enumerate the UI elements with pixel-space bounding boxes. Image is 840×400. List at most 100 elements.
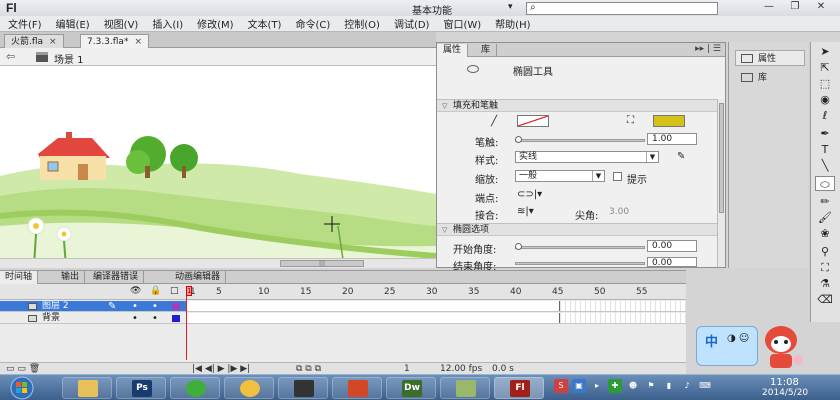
- minimize-button[interactable]: —: [758, 1, 780, 13]
- tray-app-icon[interactable]: ▣: [572, 379, 586, 393]
- tab-compiler-errors[interactable]: 编译器错误: [88, 271, 145, 284]
- line-tool-icon[interactable]: ╲: [815, 158, 835, 173]
- taskbar-browser[interactable]: [170, 377, 220, 399]
- menu-modify[interactable]: 修改(M): [197, 16, 233, 31]
- visibility-dot[interactable]: •: [132, 301, 138, 312]
- pencil-tool-icon[interactable]: ✏: [815, 194, 835, 209]
- taskbar-qq[interactable]: [224, 377, 274, 399]
- outline-icon[interactable]: □: [170, 286, 179, 296]
- taskbar-photoshop[interactable]: Ps: [116, 377, 166, 399]
- text-tool-icon[interactable]: T: [815, 142, 835, 157]
- menu-view[interactable]: 视图(V): [104, 16, 139, 31]
- tab-7-3-3-fla[interactable]: 7.3.3.fla* ×: [80, 34, 149, 48]
- eye-icon[interactable]: 👁: [130, 286, 141, 296]
- visibility-dot[interactable]: •: [132, 313, 138, 324]
- tray-user-icon[interactable]: ☻: [626, 379, 640, 393]
- join-style-icon[interactable]: ≋|▾: [517, 206, 534, 217]
- taskbar-dreamweaver[interactable]: Dw: [386, 377, 436, 399]
- bone-tool-icon[interactable]: ⚲: [815, 244, 835, 259]
- ime-tray-icon[interactable]: ⌨: [698, 379, 712, 393]
- cap-style-icon[interactable]: ⊂⊃|▾: [517, 189, 542, 200]
- scale-dropdown[interactable]: 一般 ▼: [515, 170, 605, 182]
- layer-color-swatch[interactable]: [172, 303, 180, 310]
- deco-tool-icon[interactable]: ❀: [815, 226, 835, 241]
- tab-output[interactable]: 输出: [56, 271, 86, 284]
- edit-stroke-style-icon[interactable]: ✎: [677, 151, 685, 162]
- playhead[interactable]: 1: [186, 286, 192, 360]
- close-button[interactable]: ✕: [810, 1, 832, 13]
- paint-bucket-tool-icon[interactable]: ⛶: [815, 260, 835, 275]
- layer-row-background[interactable]: 背景 • •: [0, 313, 186, 324]
- pen-tool-icon[interactable]: ✒: [815, 126, 835, 141]
- fill-color-swatch[interactable]: [653, 115, 685, 127]
- tray-security-icon[interactable]: ✚: [608, 379, 622, 393]
- taskbar-explorer[interactable]: [62, 377, 112, 399]
- menu-edit[interactable]: 编辑(E): [56, 16, 90, 31]
- layer-row-layer2[interactable]: 图层 2 ✎ • •: [0, 301, 186, 312]
- section-fill-stroke[interactable]: ▽ 填充和笔触: [437, 99, 717, 112]
- start-angle-knob[interactable]: [515, 243, 522, 250]
- menu-file[interactable]: 文件(F): [8, 16, 42, 31]
- end-angle-slider[interactable]: [515, 262, 645, 265]
- stage-canvas[interactable]: [0, 66, 436, 268]
- taskbar-flash-image[interactable]: [440, 377, 490, 399]
- volume-icon[interactable]: ♪: [680, 379, 694, 393]
- miter-value[interactable]: 3.00: [609, 207, 629, 217]
- lock-dot[interactable]: •: [152, 301, 158, 312]
- stage-horizontal-scrollbar[interactable]: |||: [0, 258, 436, 268]
- workspace-switcher[interactable]: 基本功能: [412, 2, 452, 17]
- 3d-rotation-tool-icon[interactable]: ◉: [815, 92, 835, 107]
- eyedropper-tool-icon[interactable]: ⚗: [815, 276, 835, 291]
- properties-scrollbar[interactable]: [717, 99, 725, 267]
- stroke-slider[interactable]: [515, 139, 645, 142]
- brush-tool-icon[interactable]: 🖌: [815, 210, 835, 225]
- panel-button-library[interactable]: 库: [735, 69, 805, 85]
- help-search[interactable]: ⌕: [526, 2, 718, 15]
- menu-insert[interactable]: 插入(I): [152, 16, 183, 31]
- start-angle-field[interactable]: 0.00: [647, 240, 697, 252]
- menu-control[interactable]: 控制(O): [344, 16, 380, 31]
- start-button-icon[interactable]: [2, 376, 42, 400]
- selection-tool-icon[interactable]: ➤: [815, 44, 835, 59]
- taskbar-flash[interactable]: Fl: [494, 377, 544, 399]
- scrollbar-thumb[interactable]: |||: [280, 260, 364, 267]
- tray-app-icon[interactable]: S: [554, 379, 568, 393]
- panel-button-properties[interactable]: 属性: [735, 50, 805, 66]
- menu-commands[interactable]: 命令(C): [295, 16, 330, 31]
- stroke-color-swatch[interactable]: [517, 115, 549, 127]
- section-oval-options[interactable]: ▽ 椭圆选项: [437, 223, 717, 236]
- free-transform-tool-icon[interactable]: ⬚: [815, 76, 835, 91]
- lasso-tool-icon[interactable]: ℓ: [815, 108, 835, 123]
- close-icon[interactable]: ×: [49, 37, 57, 47]
- menu-help[interactable]: 帮助(H): [495, 16, 530, 31]
- layer-frames-background[interactable]: [186, 313, 686, 324]
- tab-library[interactable]: 库: [475, 44, 498, 57]
- tray-arrow-icon[interactable]: ▸: [590, 379, 604, 393]
- chevron-down-icon[interactable]: ▾: [508, 2, 513, 12]
- taskbar-video[interactable]: [278, 377, 328, 399]
- layer-color-swatch[interactable]: [172, 315, 180, 322]
- taskbar-powerpoint[interactable]: [332, 377, 382, 399]
- network-icon[interactable]: ▮: [662, 379, 676, 393]
- end-angle-field[interactable]: 0.00: [647, 257, 697, 268]
- lock-icon[interactable]: 🔒: [150, 286, 161, 296]
- clock-date[interactable]: 2014/5/20: [762, 388, 808, 398]
- stroke-slider-knob[interactable]: [515, 136, 522, 143]
- clock-time[interactable]: 11:08: [770, 377, 799, 388]
- eraser-tool-icon[interactable]: ⌫: [815, 292, 835, 307]
- search-input[interactable]: [543, 3, 715, 14]
- subselection-tool-icon[interactable]: ⇱: [815, 60, 835, 75]
- tray-flag-icon[interactable]: ⚑: [644, 379, 658, 393]
- tab-timeline[interactable]: 时间轴: [0, 271, 39, 284]
- scrollbar-thumb[interactable]: [719, 103, 724, 213]
- stroke-width-field[interactable]: 1.00: [647, 133, 697, 145]
- start-angle-slider[interactable]: [515, 246, 645, 249]
- style-dropdown[interactable]: 实线 ▼: [515, 151, 659, 163]
- close-icon[interactable]: ×: [134, 37, 142, 47]
- hint-checkbox[interactable]: [613, 172, 622, 181]
- layer-frames-layer2[interactable]: [186, 301, 686, 312]
- tab-properties[interactable]: 属性: [437, 44, 469, 57]
- ime-toolbar[interactable]: 中 ◑ ☺: [696, 326, 758, 366]
- lock-dot[interactable]: •: [152, 313, 158, 324]
- tab-rocket-fla[interactable]: 火箭.fla ×: [4, 34, 64, 48]
